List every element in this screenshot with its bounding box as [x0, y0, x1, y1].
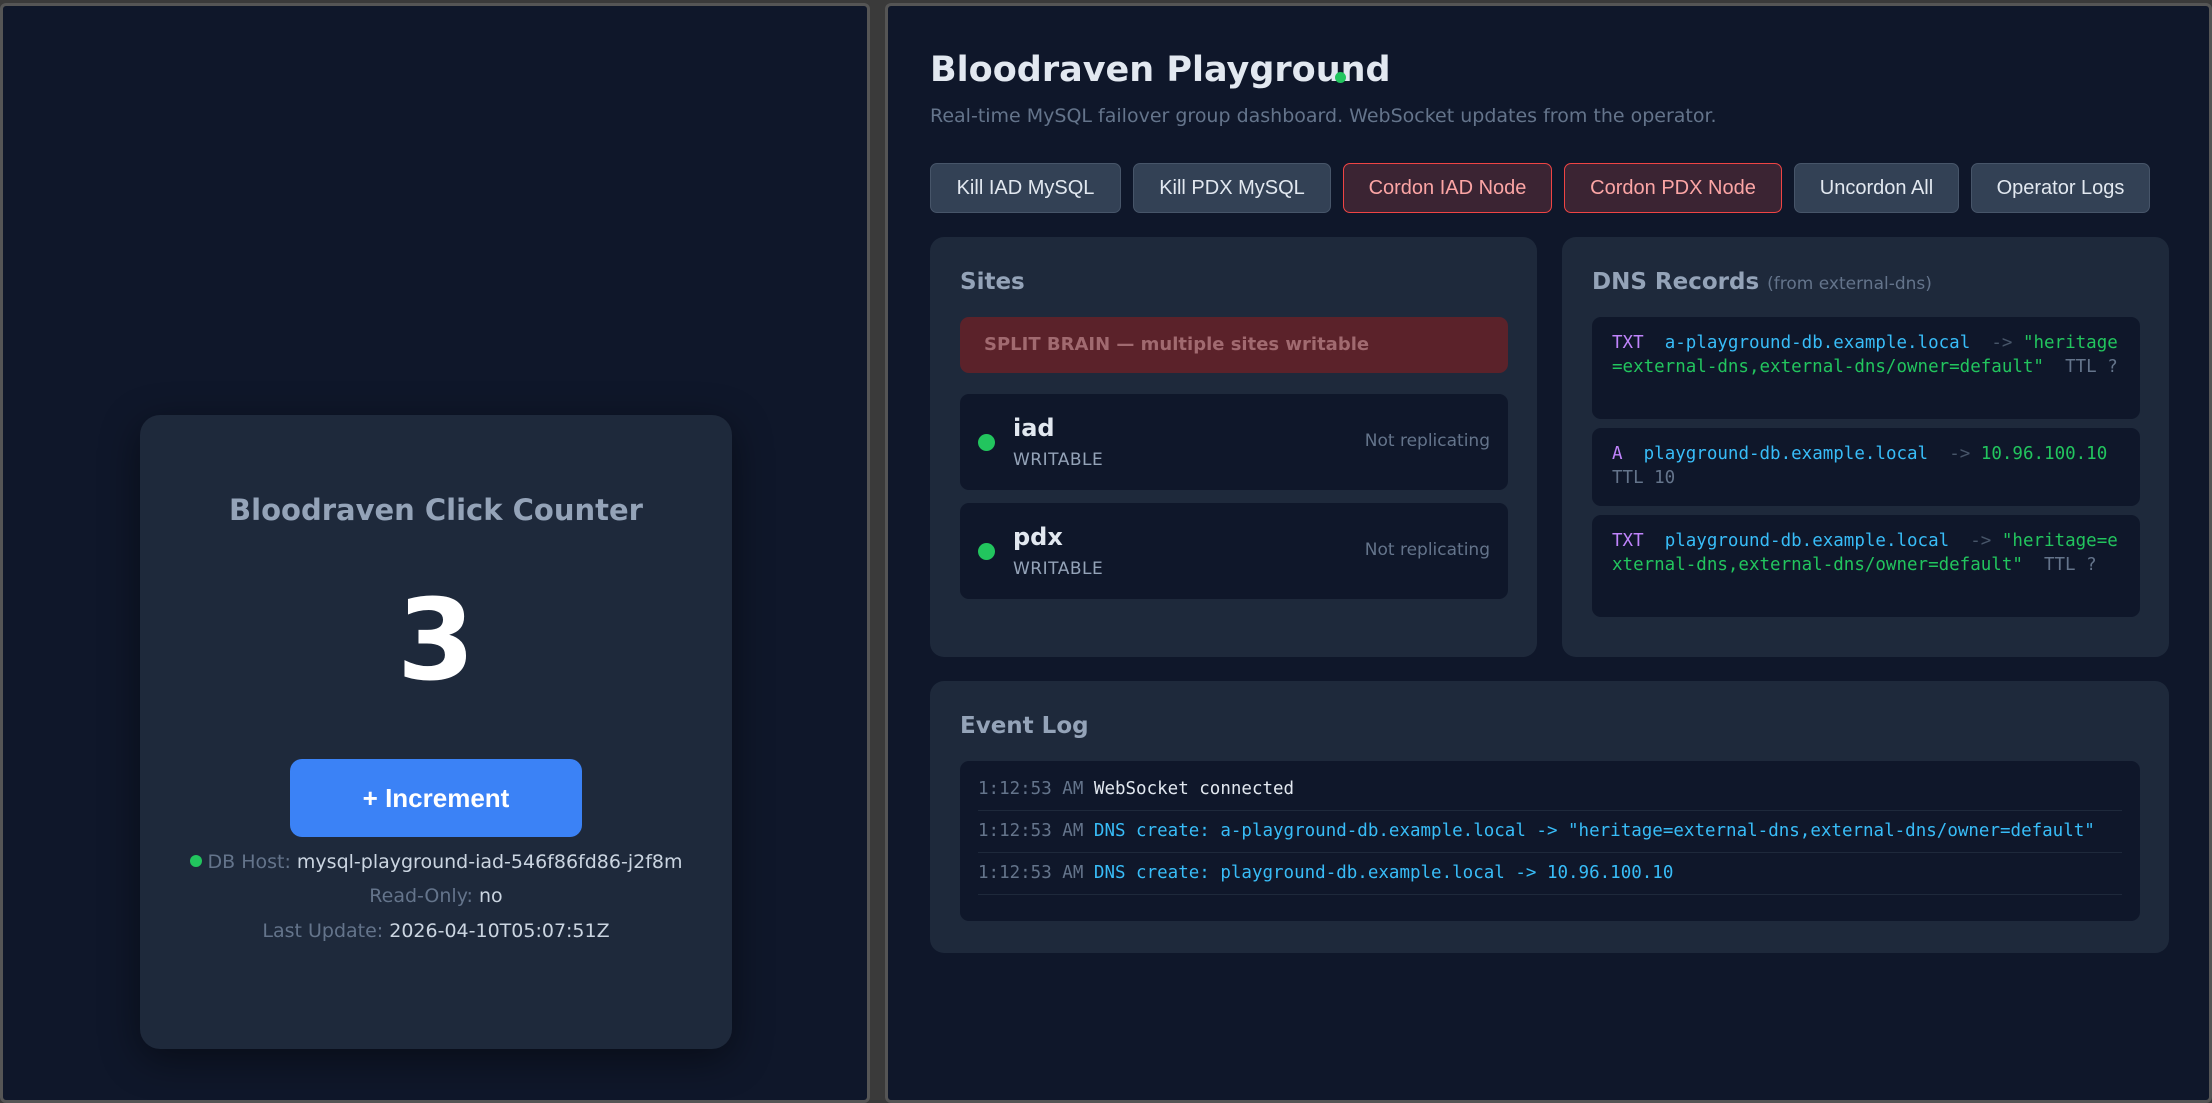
log-entry-message: WebSocket connected — [1093, 779, 1295, 799]
log-entry-time: 1:12:53 AM — [978, 779, 1084, 799]
event-log-list[interactable]: 1:12:53 AM WebSocket connected 1:12:53 A… — [960, 761, 2140, 921]
dns-record-ttl: TTL 10 — [1612, 468, 1676, 488]
connection-status-dot-icon — [1335, 72, 1346, 83]
uncordon-all-button[interactable]: Uncordon All — [1794, 163, 1959, 213]
dns-record-value: 10.96.100.10 — [1980, 444, 2108, 464]
log-entry-message: DNS create: playground-db.example.local … — [1093, 863, 1674, 883]
page-title: Bloodraven Playground — [930, 50, 1391, 90]
dns-record-type: TXT — [1612, 531, 1644, 551]
dns-record-arrow: -> — [1970, 531, 1992, 551]
site-row-pdx: pdx WRITABLE Not replicating — [960, 503, 1508, 599]
log-entry-time: 1:12:53 AM — [978, 863, 1084, 883]
kill-pdx-mysql-button[interactable]: Kill PDX MySQL — [1133, 163, 1331, 213]
counter-app-window: Bloodraven Click Counter 3 + Increment D… — [0, 3, 870, 1103]
site-replication-status: Not replicating — [1364, 431, 1490, 451]
site-row-iad: iad WRITABLE Not replicating — [960, 394, 1508, 490]
counter-value: 3 — [397, 576, 475, 706]
cordon-pdx-node-button[interactable]: Cordon PDX Node — [1564, 163, 1782, 213]
log-entry-time: 1:12:53 AM — [978, 821, 1084, 841]
site-replication-status: Not replicating — [1364, 540, 1490, 560]
dashboard-window: Bloodraven Playground Real-time MySQL fa… — [885, 3, 2212, 1103]
dns-record: TXT a-playground-db.example.local -> "he… — [1592, 317, 2140, 419]
site-status-dot-icon — [978, 543, 995, 560]
dns-records-panel: DNS Records (from external-dns) TXT a-pl… — [1562, 237, 2169, 657]
site-state: WRITABLE — [1013, 559, 1104, 579]
dns-title-note: (from external-dns) — [1767, 274, 1932, 294]
operator-logs-button[interactable]: Operator Logs — [1971, 163, 2150, 213]
readonly-value: no — [479, 885, 503, 907]
last-update-label: Last Update: — [262, 920, 384, 942]
log-entry: 1:12:53 AM DNS create: playground-db.exa… — [978, 853, 2122, 895]
db-host-value: mysql-playground-iad-546f86fd86-j2f8m — [296, 851, 683, 873]
event-log-panel: Event Log 1:12:53 AM WebSocket connected… — [930, 681, 2169, 953]
last-update-value: 2026-04-10T05:07:51Z — [389, 920, 610, 942]
dns-record-name: playground-db.example.local — [1643, 444, 1929, 464]
readonly-line: Read-Only: no — [140, 885, 732, 907]
event-log-title: Event Log — [960, 713, 1089, 739]
site-name: iad — [1013, 414, 1055, 442]
dns-title-text: DNS Records — [1592, 269, 1760, 295]
dns-title: DNS Records (from external-dns) — [1592, 269, 1932, 295]
split-brain-alert: SPLIT BRAIN — multiple sites writable — [960, 317, 1508, 373]
dns-record: TXT playground-db.example.local -> "heri… — [1592, 515, 2140, 617]
site-name: pdx — [1013, 523, 1063, 551]
log-entry: 1:12:53 AM DNS create: a-playground-db.e… — [978, 811, 2122, 853]
kill-iad-mysql-button[interactable]: Kill IAD MySQL — [930, 163, 1121, 213]
readonly-label: Read-Only: — [369, 885, 473, 907]
dns-record-name: playground-db.example.local — [1664, 531, 1950, 551]
dns-record-ttl: TTL ? — [2043, 555, 2097, 575]
cordon-iad-node-button[interactable]: Cordon IAD Node — [1343, 163, 1552, 213]
dns-record-name: a-playground-db.example.local — [1664, 333, 1971, 353]
sites-title: Sites — [960, 269, 1025, 295]
db-host-line: DB Host: mysql-playground-iad-546f86fd86… — [140, 851, 732, 873]
dns-record-type: TXT — [1612, 333, 1644, 353]
site-state: WRITABLE — [1013, 450, 1104, 470]
counter-card: Bloodraven Click Counter 3 + Increment D… — [140, 415, 732, 1049]
last-update-line: Last Update: 2026-04-10T05:07:51Z — [140, 920, 732, 942]
counter-title: Bloodraven Click Counter — [229, 493, 643, 527]
sites-panel: Sites SPLIT BRAIN — multiple sites writa… — [930, 237, 1537, 657]
increment-button[interactable]: + Increment — [290, 759, 582, 837]
dns-record-arrow: -> — [1991, 333, 2013, 353]
dns-record-ttl: TTL ? — [2065, 357, 2118, 377]
db-status-dot-icon — [189, 855, 202, 867]
dns-record: A playground-db.example.local -> 10.96.1… — [1592, 428, 2140, 506]
log-entry-message: DNS create: a-playground-db.example.loca… — [1093, 821, 2095, 841]
dns-record-type: A — [1612, 444, 1623, 464]
page-subtitle: Real-time MySQL failover group dashboard… — [930, 105, 1717, 127]
site-status-dot-icon — [978, 434, 995, 451]
dns-record-arrow: -> — [1949, 444, 1971, 464]
db-host-label: DB Host: — [207, 851, 291, 873]
log-entry: 1:12:53 AM WebSocket connected — [978, 769, 2122, 811]
